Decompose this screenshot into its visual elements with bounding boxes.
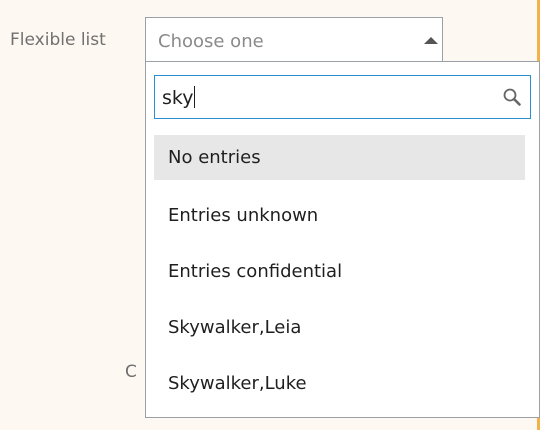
search-input[interactable]: sky (154, 75, 531, 119)
field-label: Flexible list (10, 30, 106, 50)
caret-up-icon[interactable] (424, 37, 438, 44)
search-icon[interactable] (502, 87, 522, 107)
flexible-list-select[interactable]: Choose one (145, 17, 443, 62)
option-entries-confidential[interactable]: Entries confidential (154, 249, 525, 294)
search-value: sky (162, 86, 196, 109)
dropdown-panel: sky No entries Entries unknown Entries c… (145, 61, 540, 418)
text-cursor (194, 86, 196, 108)
select-placeholder: Choose one (158, 31, 264, 52)
option-entries-unknown[interactable]: Entries unknown (154, 193, 525, 238)
option-no-entries[interactable]: No entries (154, 135, 525, 180)
option-skywalker-leia[interactable]: Skywalker,Leia (154, 305, 525, 350)
hidden-field-label: C (125, 362, 137, 382)
option-skywalker-luke[interactable]: Skywalker,Luke (154, 361, 525, 406)
